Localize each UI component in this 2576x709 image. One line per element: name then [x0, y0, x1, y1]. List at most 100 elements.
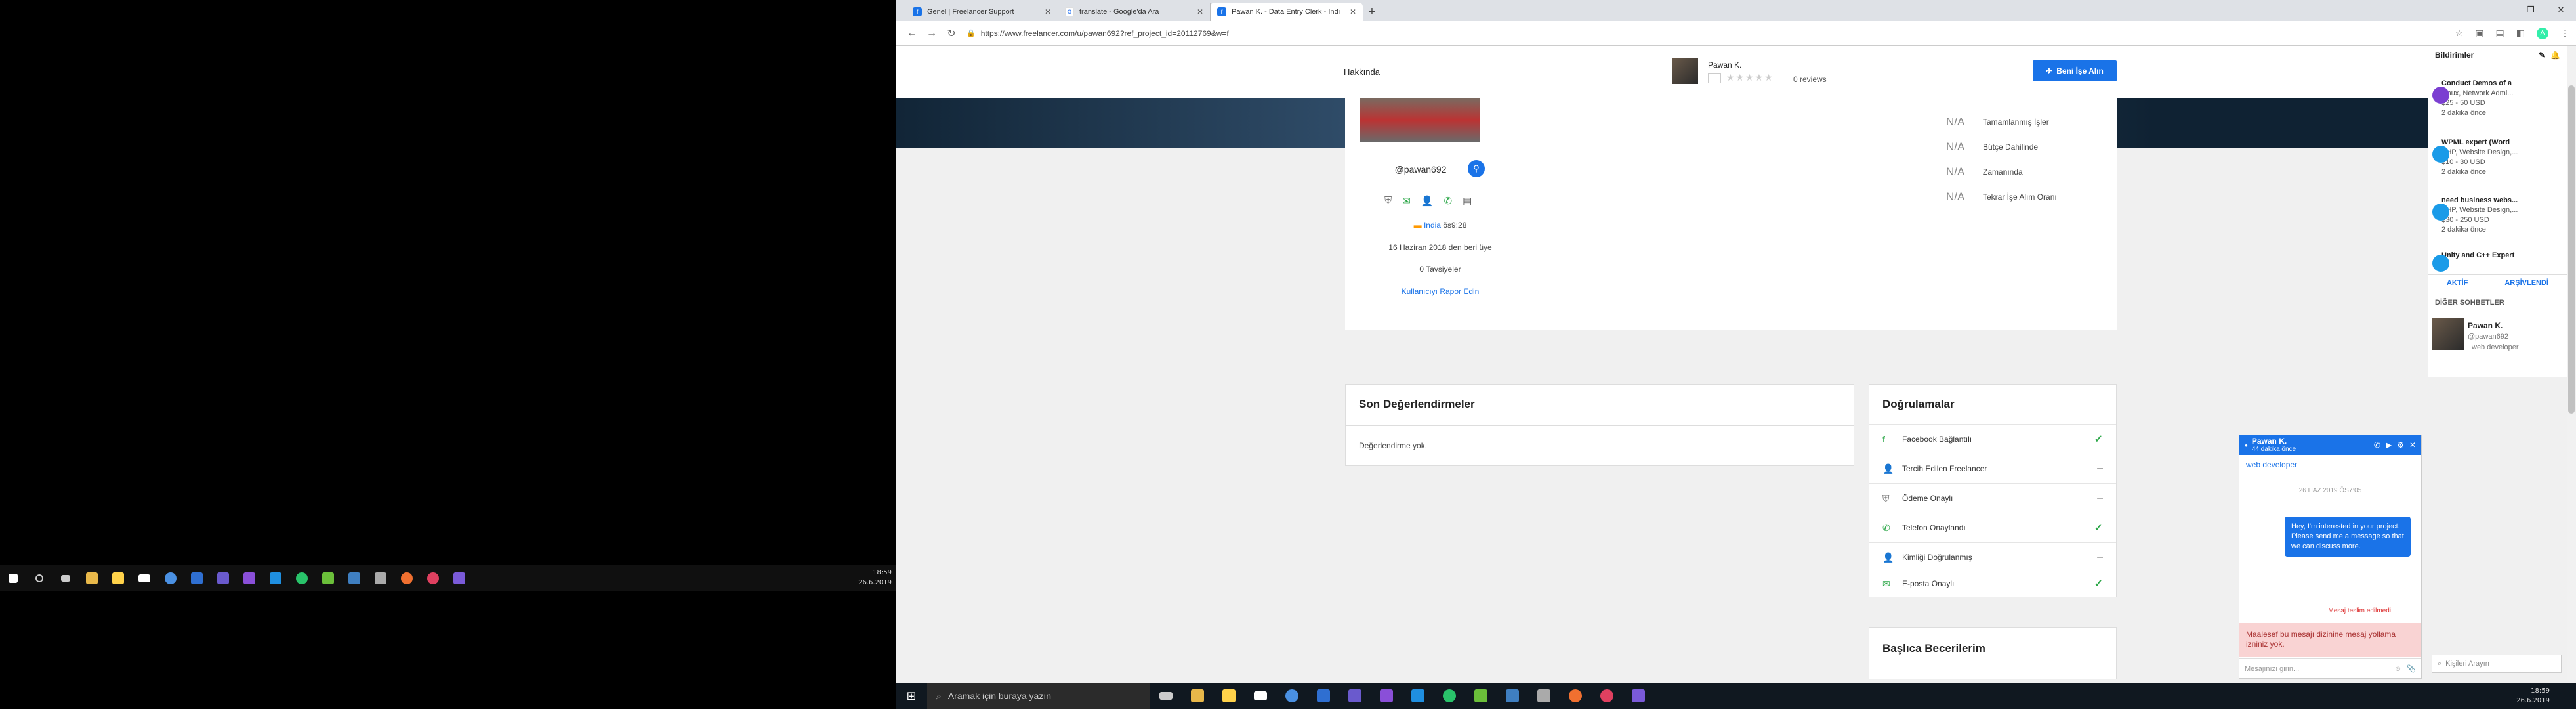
visual-studio-icon[interactable]: [236, 565, 262, 591]
store-icon[interactable]: [105, 565, 131, 591]
app-icon[interactable]: [1528, 683, 1560, 709]
forward-icon[interactable]: →: [922, 28, 942, 39]
app-icon[interactable]: [341, 565, 367, 591]
chat-last-seen: 44 dakika önce: [2251, 445, 2296, 453]
contact-name: Pawan K.: [2468, 321, 2503, 330]
taskbar-search-placeholder: Aramak için buraya yazın: [947, 691, 1052, 701]
maximize-icon[interactable]: ❐: [2516, 0, 2546, 20]
verification-row: ✉ E-posta Onaylı ✓: [1869, 569, 2116, 598]
file-explorer-icon[interactable]: [1182, 683, 1213, 709]
profile-avatar[interactable]: A: [2537, 27, 2548, 39]
chrome-icon[interactable]: [1276, 683, 1308, 709]
app-icon[interactable]: [315, 565, 341, 591]
taskbar-search-input[interactable]: ⌕ Aramak için buraya yazın: [927, 683, 1150, 709]
app-icon[interactable]: [1308, 683, 1339, 709]
notification-item[interactable]: Conduct Demos of a Linux, Network Admi..…: [2432, 79, 2563, 118]
notification-item[interactable]: Unity and C++ Expert: [2432, 251, 2563, 272]
chrome-icon[interactable]: [157, 565, 184, 591]
app-icon[interactable]: [1465, 683, 1497, 709]
search-icon[interactable]: [26, 565, 52, 591]
extension-icon[interactable]: ▣: [2475, 28, 2483, 39]
chat-contact[interactable]: Pawan K. @pawan692 web developer: [2432, 318, 2564, 358]
chat-date: 26 HAZ 2019 ÖS7:05: [2298, 487, 2362, 494]
compose-icon[interactable]: ✎: [2539, 51, 2545, 60]
app-icon[interactable]: [1434, 683, 1465, 709]
steam-icon[interactable]: [1339, 683, 1371, 709]
close-icon[interactable]: ✕: [2409, 440, 2416, 450]
extension-icon[interactable]: ▤: [2496, 28, 2504, 39]
page-scrollbar[interactable]: [2567, 46, 2576, 680]
app-icon[interactable]: [289, 565, 315, 591]
app-icon[interactable]: [1591, 683, 1623, 709]
chat-header[interactable]: ● Pawan K. 44 dakika önce ✆ ▶ ⚙ ✕: [2239, 435, 2421, 455]
app-icon[interactable]: [184, 565, 210, 591]
report-user-link[interactable]: Kullanıcıyı Rapor Edin: [1345, 287, 1535, 296]
file-explorer-icon[interactable]: [79, 565, 105, 591]
minimize-icon[interactable]: –: [2485, 0, 2516, 20]
chat-input[interactable]: Mesajınızı girin... ☺ 📎: [2239, 658, 2421, 678]
location: ▬ India ös9:28: [1345, 221, 1535, 230]
app-icon[interactable]: [1560, 683, 1591, 709]
app-icon[interactable]: [1623, 683, 1654, 709]
country-link[interactable]: India: [1424, 221, 1441, 230]
phone-icon[interactable]: ✆: [2374, 440, 2380, 450]
browser-tab[interactable]: G translate - Google'da Ara ✕: [1058, 3, 1211, 21]
new-tab-button[interactable]: +: [1363, 3, 1381, 21]
address-bar[interactable]: 🔒 https://www.freelancer.com/u/pawan692?…: [961, 25, 2455, 42]
google-icon: G: [1065, 7, 1074, 16]
notification-desc: PHP, Website Design,...: [2441, 206, 2518, 214]
task-view-icon[interactable]: [52, 565, 79, 591]
rating-box: [1708, 73, 1721, 84]
notification-item[interactable]: need business webs... PHP, Website Desig…: [2432, 196, 2563, 235]
verification-label: Facebook Bağlantılı: [1902, 435, 1972, 444]
about-link[interactable]: Hakkında: [1344, 67, 1380, 77]
attach-icon[interactable]: 📎: [2407, 664, 2416, 673]
start-icon[interactable]: ⊞: [896, 683, 927, 709]
people-search-input[interactable]: ⌕ Kişileri Arayın: [2432, 655, 2562, 673]
back-icon[interactable]: ←: [902, 28, 922, 39]
browser-tab[interactable]: f Genel | Freelancer Support ✕: [906, 3, 1058, 21]
bookmark-star-icon[interactable]: ☆: [2455, 28, 2464, 39]
app-icon[interactable]: [446, 565, 472, 591]
clock[interactable]: 18:59 26.6.2019: [2516, 686, 2550, 706]
close-window-icon[interactable]: ✕: [2546, 0, 2576, 20]
tab-active[interactable]: AKTİF: [2447, 279, 2468, 287]
hire-icon: ✈: [2046, 66, 2053, 75]
video-icon[interactable]: ▶: [2386, 440, 2392, 450]
vscode-icon[interactable]: [262, 565, 289, 591]
mail-icon[interactable]: [131, 565, 157, 591]
verifications-card: Doğrulamalar f Facebook Bağlantılı ✓ 👤 T…: [1869, 384, 2117, 597]
tab-archived[interactable]: ARŞİVLENDİ: [2504, 279, 2548, 287]
verification-row: ⛨ Ödeme Onaylı –: [1869, 483, 2116, 513]
app-icon[interactable]: [420, 565, 446, 591]
hire-me-button[interactable]: ✈ Beni İşe Alın: [2033, 60, 2117, 81]
close-icon[interactable]: ✕: [1350, 7, 1356, 16]
close-icon[interactable]: ✕: [1045, 7, 1051, 16]
close-icon[interactable]: ✕: [1197, 7, 1203, 16]
menu-icon[interactable]: ⋮: [2560, 28, 2569, 39]
app-icon[interactable]: [367, 565, 394, 591]
app-icon[interactable]: [1497, 683, 1528, 709]
stat-value: N/A: [1946, 116, 1965, 128]
verification-row: ✆ Telefon Onaylandı ✓: [1869, 513, 2116, 542]
extension-icon[interactable]: ◧: [2516, 28, 2525, 39]
mail-icon[interactable]: [1245, 683, 1276, 709]
emoji-icon[interactable]: ☺: [2394, 665, 2401, 673]
steam-icon[interactable]: [210, 565, 236, 591]
notification-price: $25 - 50 USD: [2441, 99, 2485, 107]
app-icon[interactable]: [394, 565, 420, 591]
scrollbar-thumb[interactable]: [2568, 85, 2575, 414]
visual-studio-icon[interactable]: [1371, 683, 1402, 709]
settings-icon[interactable]: ⚙: [2397, 440, 2404, 450]
store-icon[interactable]: [1213, 683, 1245, 709]
reload-icon[interactable]: ↻: [942, 27, 961, 40]
status-dot-icon: ●: [2245, 442, 2248, 448]
chat-role[interactable]: web developer: [2239, 455, 2421, 475]
browser-tab-active[interactable]: f Pawan K. - Data Entry Clerk - Indi ✕: [1211, 3, 1363, 21]
notification-item[interactable]: WPML expert (Word PHP, Website Design,..…: [2432, 138, 2563, 177]
bell-icon[interactable]: 🔔: [2550, 51, 2560, 60]
task-view-icon[interactable]: [1150, 683, 1182, 709]
clock[interactable]: 18:59 26.6.2019: [858, 568, 892, 588]
start-icon[interactable]: [0, 565, 26, 591]
vscode-icon[interactable]: [1402, 683, 1434, 709]
